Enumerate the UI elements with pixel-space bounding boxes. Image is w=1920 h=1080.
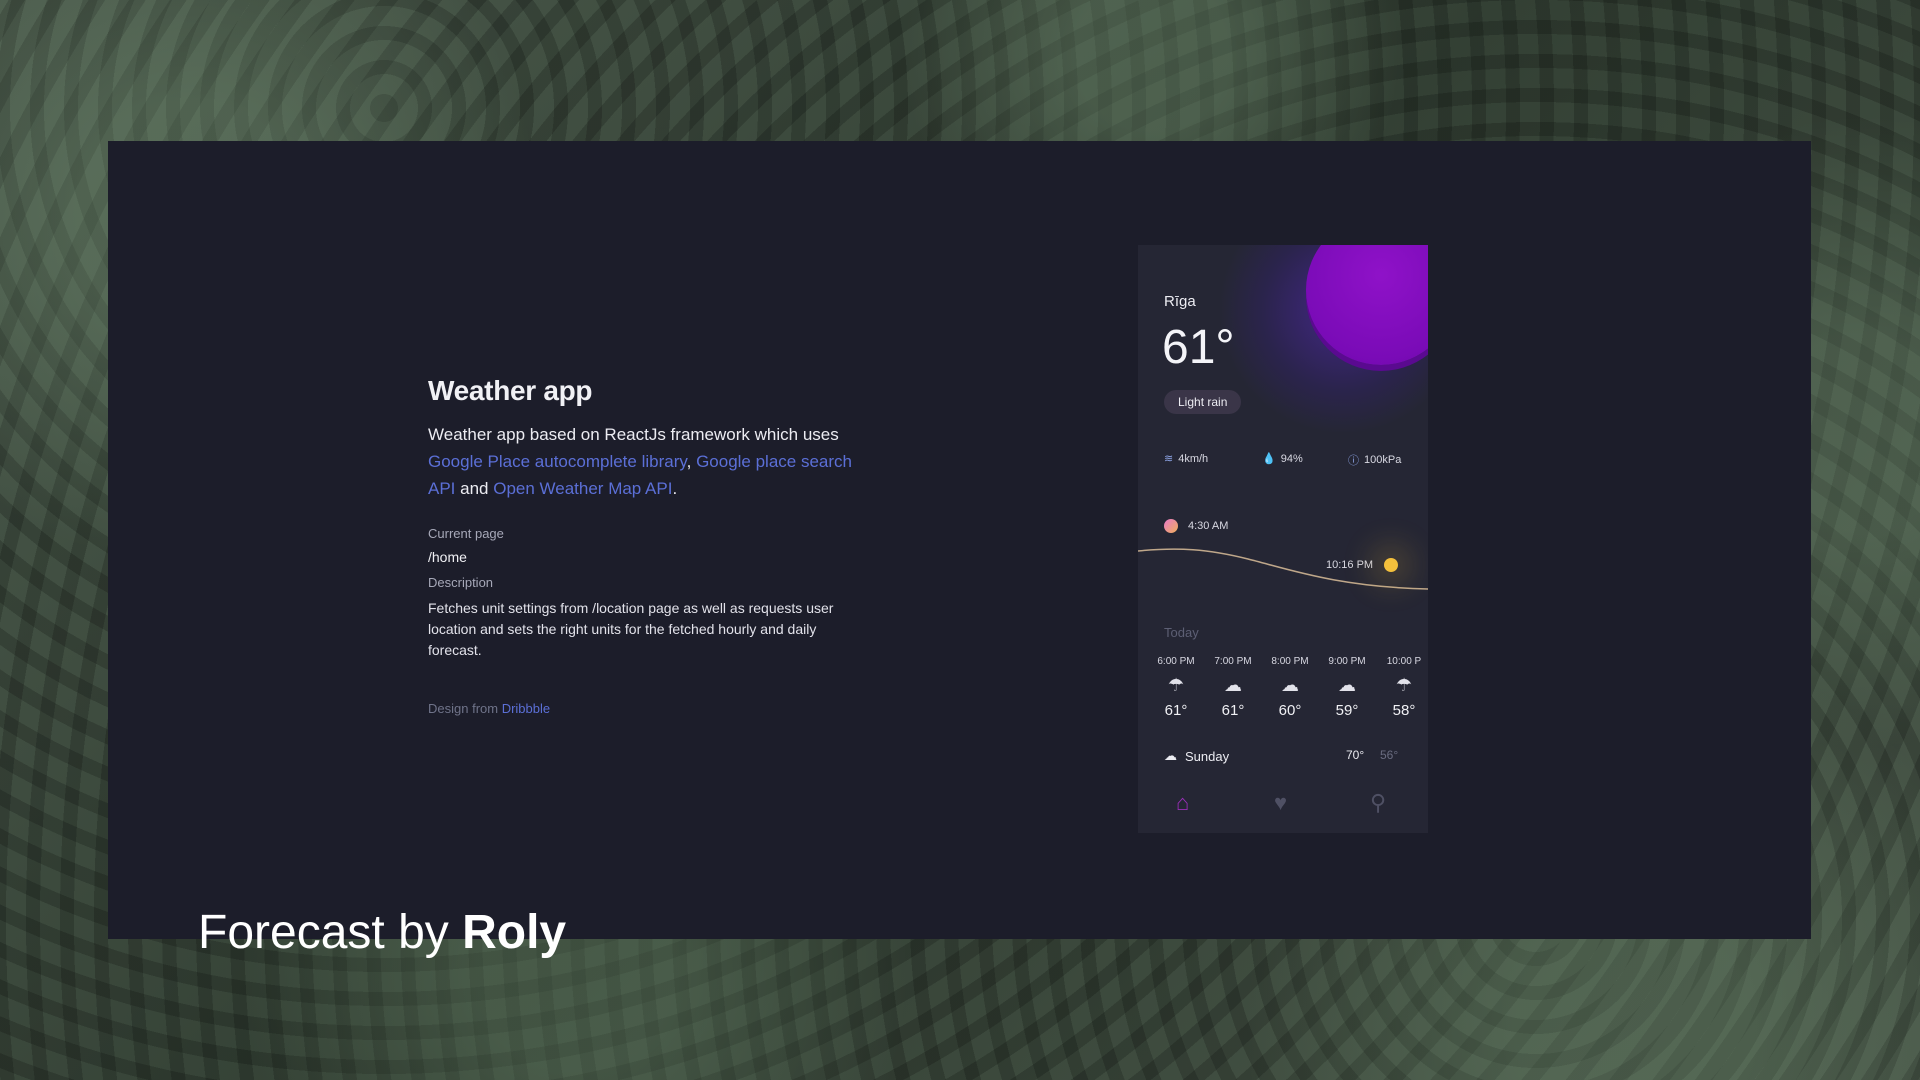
hourly-item: 6:00 PM ☂ 61° bbox=[1154, 656, 1198, 719]
sunset-time: 10:16 PM bbox=[1326, 559, 1374, 571]
cloud-icon: ☁ bbox=[1164, 748, 1177, 763]
hour-time: 10:00 P bbox=[1386, 656, 1422, 667]
rain-cloud-icon: ☂ bbox=[1395, 675, 1413, 695]
description-label: Description bbox=[428, 575, 494, 590]
sunset-icon bbox=[1384, 558, 1398, 572]
day-high: 70° bbox=[1346, 748, 1365, 762]
cloud-upload-icon: ☁ bbox=[1224, 675, 1242, 695]
cloud-upload-icon: ☁ bbox=[1338, 675, 1356, 695]
sunrise-time: 4:30 AM bbox=[1188, 520, 1229, 532]
day-name: Sunday bbox=[1185, 748, 1230, 764]
bottom-nav: ⌂ ♥ ⚲ bbox=[1138, 790, 1428, 830]
info-icon: ⓘ bbox=[1348, 455, 1359, 467]
sunrise: 4:30 AM bbox=[1164, 519, 1228, 533]
footer-author: Roly bbox=[462, 906, 567, 959]
dribbble-link[interactable]: Dribbble bbox=[502, 701, 550, 716]
humidity-stat: 💧 94% bbox=[1262, 452, 1303, 466]
wind-icon: ≋ bbox=[1164, 453, 1174, 465]
location-pin-icon[interactable]: ⚲ bbox=[1370, 790, 1386, 816]
project-info: Weather app Weather app based on ReactJs… bbox=[428, 375, 878, 716]
description-value: Fetches unit settings from /location pag… bbox=[428, 600, 834, 658]
sunrise-icon bbox=[1164, 519, 1178, 533]
project-intro: Weather app based on ReactJs framework w… bbox=[428, 421, 878, 502]
credit-prefix: Design from bbox=[428, 701, 502, 716]
home-icon[interactable]: ⌂ bbox=[1176, 790, 1189, 816]
hour-time: 6:00 PM bbox=[1157, 656, 1195, 667]
design-credit: Design from Dribbble bbox=[428, 701, 878, 716]
hourly-item: 10:00 P ☂ 58° bbox=[1382, 656, 1426, 719]
pressure-value: 100kPa bbox=[1364, 454, 1402, 466]
hourly-item: 8:00 PM ☁ 60° bbox=[1268, 656, 1312, 719]
sun-path-curve bbox=[1138, 548, 1428, 590]
condition-badge: Light rain bbox=[1164, 390, 1242, 414]
hour-temp: 58° bbox=[1392, 702, 1416, 719]
day-low: 56° bbox=[1380, 748, 1399, 762]
intro-text: Weather app based on ReactJs framework w… bbox=[428, 425, 839, 444]
current-page-value: /home bbox=[428, 549, 467, 565]
hour-time: 9:00 PM bbox=[1328, 656, 1366, 667]
rain-cloud-icon: ☂ bbox=[1167, 675, 1185, 695]
heart-icon[interactable]: ♥ bbox=[1274, 790, 1287, 816]
hourly-item: 9:00 PM ☁ 59° bbox=[1325, 656, 1369, 719]
wind-value: 4km/h bbox=[1178, 452, 1209, 465]
current-page-label: Current page bbox=[428, 526, 504, 541]
humidity-value: 94% bbox=[1280, 452, 1303, 465]
project-title: Weather app bbox=[428, 375, 593, 406]
content-panel bbox=[108, 141, 1811, 939]
intro-and: and bbox=[455, 479, 494, 498]
current-temperature: 61° bbox=[1162, 321, 1235, 374]
footer-prefix: Forecast by bbox=[198, 906, 463, 959]
hour-temp: 60° bbox=[1278, 702, 1302, 719]
hourly-item: 7:00 PM ☁ 61° bbox=[1211, 656, 1255, 719]
open-weather-map-link[interactable]: Open Weather Map API bbox=[493, 479, 672, 498]
intro-separator: , bbox=[686, 452, 697, 471]
city-name: Rīga bbox=[1164, 293, 1196, 310]
hour-temp: 59° bbox=[1335, 702, 1359, 719]
daily-forecast-row[interactable]: ☁ Sunday bbox=[1164, 748, 1229, 764]
hour-temp: 61° bbox=[1221, 702, 1245, 719]
today-label: Today bbox=[1164, 625, 1199, 640]
pressure-stat: ⓘ 100kPa bbox=[1348, 452, 1401, 468]
phone-preview: Rīga 61° Light rain ≋ 4km/h 💧 94% ⓘ 100k… bbox=[1138, 245, 1428, 833]
hour-time: 7:00 PM bbox=[1214, 656, 1252, 667]
hour-time: 8:00 PM bbox=[1271, 656, 1309, 667]
footer-title: Forecast by Roly bbox=[198, 905, 566, 960]
google-place-autocomplete-link[interactable]: Google Place autocomplete library bbox=[428, 452, 687, 471]
cloud-upload-icon: ☁ bbox=[1281, 675, 1299, 695]
wind-stat: ≋ 4km/h bbox=[1164, 452, 1209, 466]
intro-end: . bbox=[672, 479, 678, 498]
hour-temp: 61° bbox=[1164, 702, 1188, 719]
droplet-icon: 💧 bbox=[1262, 453, 1276, 465]
